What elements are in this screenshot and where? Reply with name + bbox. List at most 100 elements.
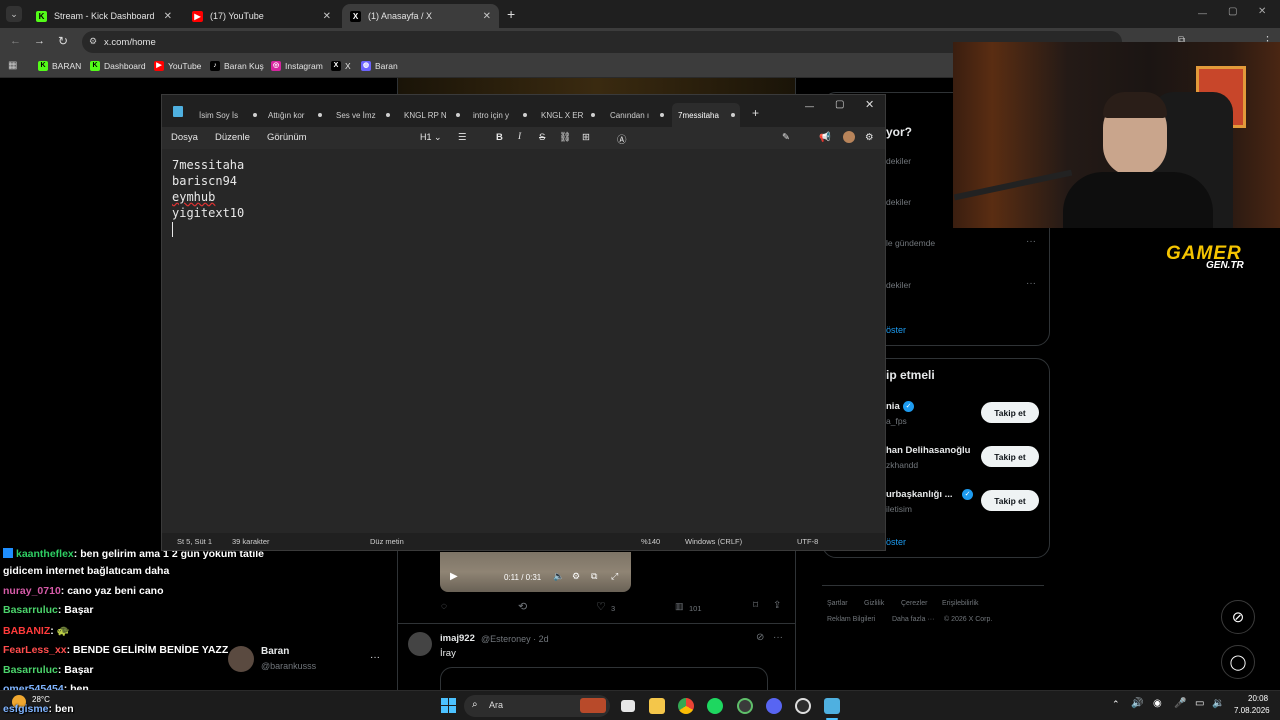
share-icon[interactable]: ⇪ (773, 600, 781, 611)
more-icon[interactable]: ··· (773, 632, 783, 643)
notepad-tab[interactable]: Attığın kor (268, 103, 324, 127)
suggestion-name[interactable]: han Delihasanoğlu (886, 445, 970, 456)
status-encoding[interactable]: UTF-8 (797, 537, 818, 546)
close-window-icon[interactable]: ✕ (865, 98, 874, 111)
bookmark-baran[interactable]: K BARAN (38, 61, 81, 71)
play-icon[interactable]: ▶ (450, 571, 458, 582)
more-icon[interactable]: ··· (1026, 236, 1036, 247)
link-icon[interactable]: ⛓ (559, 132, 571, 143)
suggestion-name[interactable]: urbaşkanlığı ... (886, 489, 953, 500)
footer-link[interactable]: Erişilebilirlik (942, 600, 979, 607)
bookmark-youtube[interactable]: ▶ YouTube (154, 61, 201, 71)
bold-icon[interactable]: B (496, 132, 503, 143)
tab-search-button[interactable]: ⌄ (6, 6, 22, 22)
menu-edit[interactable]: Düzenle (215, 132, 250, 143)
file-explorer-icon[interactable] (649, 698, 665, 714)
menu-file[interactable]: Dosya (171, 132, 198, 143)
tray-chevron-icon[interactable]: ⌃ (1112, 699, 1120, 710)
close-icon[interactable]: ✕ (483, 11, 491, 22)
apps-icon[interactable]: ▦ (8, 60, 17, 71)
footer-link[interactable]: Şartlar (827, 600, 848, 607)
notepad-tab-active[interactable]: 7messitaha (672, 103, 740, 127)
bookmark-instagram[interactable]: ◎ Instagram (271, 61, 323, 71)
tab-kick[interactable]: K Stream - Kick Dashboard ✕ (28, 4, 180, 28)
status-zoom[interactable]: %140 (641, 537, 660, 546)
account-avatar[interactable] (228, 646, 254, 672)
table-icon[interactable]: ⊞ (582, 132, 590, 143)
trend-item[interactable]: le gündemde (886, 238, 935, 248)
grok-icon[interactable]: ⊘ (756, 632, 764, 643)
maximize-icon[interactable]: ▢ (835, 99, 844, 110)
copilot-icon[interactable]: ✎ (782, 132, 790, 143)
show-more-link[interactable]: öster (886, 325, 906, 335)
menu-view[interactable]: Görünüm (267, 132, 307, 143)
minimize-icon[interactable]: — (1198, 8, 1207, 18)
announce-icon[interactable]: 📢 (819, 132, 831, 143)
pip-icon[interactable]: ⧉ (591, 571, 597, 582)
close-window-icon[interactable]: ✕ (1258, 6, 1266, 17)
post-username[interactable]: imaj922 (440, 633, 475, 644)
discord-tray-icon[interactable]: ◉ (1153, 698, 1162, 709)
follow-button[interactable]: Takip et (981, 402, 1039, 423)
messages-button[interactable]: ◯ (1221, 645, 1255, 679)
more-icon[interactable]: ··· (370, 652, 380, 663)
forward-icon[interactable]: → (34, 35, 45, 47)
views-icon[interactable]: ▥ (675, 601, 684, 612)
notepad-tab[interactable]: KNGL RP N (404, 103, 462, 127)
clock-time[interactable]: 20:08 (1248, 694, 1268, 703)
obs-icon[interactable] (795, 698, 811, 714)
italic-icon[interactable]: I (518, 132, 521, 142)
trend-item[interactable]: dekiler (886, 197, 911, 207)
fullscreen-icon[interactable]: ⤢ (611, 571, 618, 582)
bookmark-baran-2[interactable]: ◍ Baran (361, 61, 398, 71)
network-icon[interactable]: ▭ (1195, 698, 1204, 709)
footer-link[interactable]: Daha fazla ··· (892, 616, 934, 623)
notepad-tab[interactable]: intro için y (473, 103, 529, 127)
discord-icon[interactable] (766, 698, 782, 714)
volume-icon[interactable]: 🔈 (553, 571, 564, 582)
strikethrough-icon[interactable]: S (539, 132, 545, 143)
show-more-link[interactable]: öster (886, 537, 906, 547)
volume-icon[interactable]: 🔉 (1212, 698, 1224, 709)
footer-link[interactable]: Reklam Bilgileri (827, 616, 875, 623)
tab-x[interactable]: X (1) Anasayfa / X ✕ (342, 4, 499, 28)
follow-button[interactable]: Takip et (981, 490, 1039, 511)
spotify-icon[interactable] (707, 698, 723, 714)
settings-icon[interactable]: ⚙ (865, 132, 874, 143)
new-tab-button[interactable]: + (507, 6, 515, 22)
minimize-icon[interactable]: — (805, 101, 814, 111)
footer-link[interactable]: Gizlilik (864, 600, 884, 607)
trend-item[interactable]: dekiler (886, 156, 911, 166)
post-media[interactable] (440, 667, 768, 690)
back-icon[interactable]: ← (10, 35, 21, 47)
site-info-icon[interactable]: ⚙ (89, 36, 97, 47)
reload-icon[interactable]: ↻ (58, 34, 68, 48)
notepad-taskbar-icon[interactable] (824, 698, 840, 714)
notepad-editor[interactable]: 7messitaha bariscn94 eymhub yigitext10 (162, 149, 885, 533)
settings-icon[interactable]: ⚙ (572, 571, 580, 582)
clear-format-icon[interactable]: Ⓐ (617, 132, 627, 146)
start-icon[interactable] (441, 698, 456, 713)
app-icon[interactable] (737, 698, 753, 714)
new-tab-button[interactable]: + (752, 106, 759, 120)
bookmark-icon[interactable]: ⌑ (753, 600, 758, 611)
avatar[interactable] (408, 632, 432, 656)
status-eol[interactable]: Windows (CRLF) (685, 537, 742, 546)
notepad-tab[interactable]: Ses ve İmz (336, 103, 392, 127)
profile-avatar[interactable] (843, 131, 855, 143)
reply-icon[interactable]: ◌ (441, 601, 447, 612)
video-player[interactable]: ▶ 0:11 / 0:31 🔈 ⚙ ⧉ ⤢ (440, 552, 631, 592)
notepad-tab[interactable]: KNGL X ER (541, 103, 597, 127)
like-icon[interactable]: ♡ (596, 600, 606, 613)
retweet-icon[interactable]: ⟲ (518, 600, 527, 613)
task-view-icon[interactable] (621, 700, 635, 712)
bookmark-dashboard[interactable]: K Dashboard (90, 61, 146, 71)
trend-item[interactable]: dekiler (886, 280, 911, 290)
footer-link[interactable]: Çerezler (901, 600, 927, 607)
taskbar-search[interactable]: ⌕ Ara (464, 695, 610, 717)
status-format[interactable]: Düz metin (370, 537, 404, 546)
suggestion-name[interactable]: nia (886, 401, 900, 412)
tab-youtube[interactable]: ▶ (17) YouTube ✕ (184, 4, 339, 28)
close-icon[interactable]: ✕ (323, 11, 331, 22)
grok-button[interactable]: ⊘ (1221, 600, 1255, 634)
